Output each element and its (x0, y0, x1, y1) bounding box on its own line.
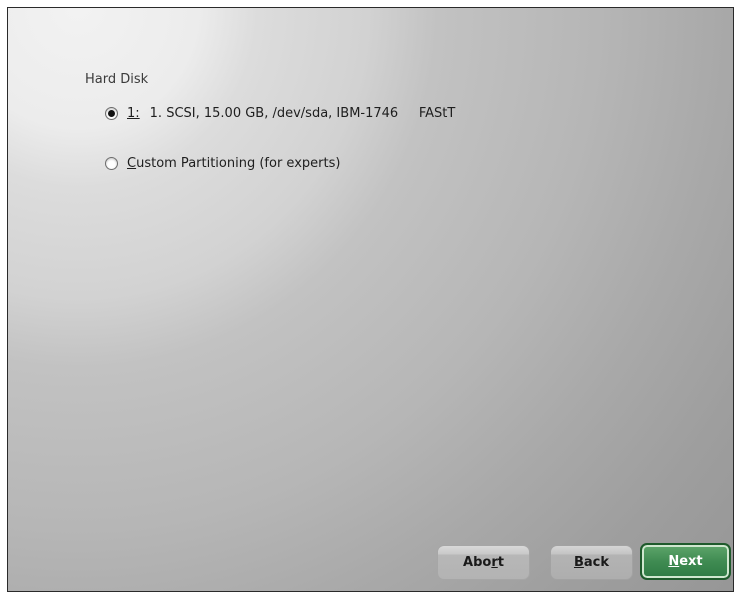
radio-button-checked[interactable] (105, 107, 118, 120)
hard-disk-group-label: Hard Disk (85, 72, 149, 87)
option-disk-number: 1: (127, 106, 140, 121)
option-disk-label: 1. SCSI, 15.00 GB, /dev/sda, IBM-1746 FA… (149, 106, 456, 121)
back-button[interactable]: Back (550, 545, 633, 580)
abort-label-post: t (497, 555, 504, 570)
abort-label-pre: Abo (463, 555, 492, 570)
abort-button[interactable]: Abort (437, 545, 530, 580)
abort-button-label: Abort (463, 555, 504, 570)
next-button[interactable]: Next (640, 543, 731, 580)
next-button-label: Next (668, 554, 702, 569)
option-custom-mnemonic: C (127, 156, 137, 171)
option-disk-sda[interactable]: 1: 1. SCSI, 15.00 GB, /dev/sda, IBM-1746… (105, 106, 455, 121)
next-label-post: ext (679, 554, 703, 569)
installer-screen: Hard Disk 1: 1. SCSI, 15.00 GB, /dev/sda… (7, 7, 734, 592)
option-custom-label: ustom Partitioning (for experts) (136, 156, 341, 171)
back-label-post: ack (583, 555, 610, 570)
next-label-mnemonic: N (668, 554, 680, 569)
back-button-label: Back (574, 555, 609, 570)
radio-button-unchecked[interactable] (105, 157, 118, 170)
option-custom-partitioning[interactable]: Custom Partitioning (for experts) (105, 156, 340, 171)
back-label-mnemonic: B (573, 555, 584, 570)
